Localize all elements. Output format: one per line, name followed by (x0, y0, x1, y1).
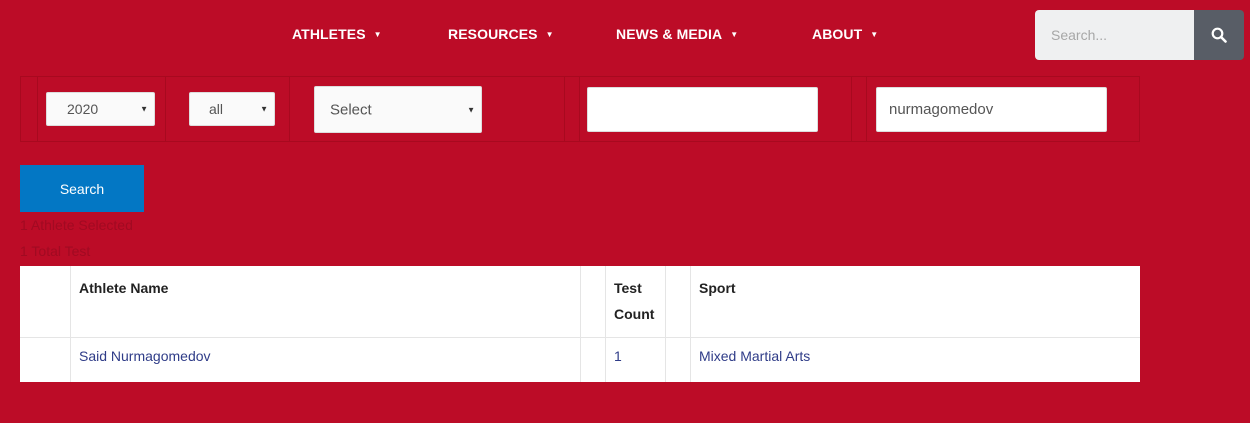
column-divider (605, 266, 606, 382)
scope-select-value: all (209, 101, 224, 117)
nav-news-media-label: NEWS & MEDIA (616, 26, 723, 42)
dropdown-arrow-icon: ▼ (260, 104, 268, 114)
divider (579, 77, 580, 141)
caret-down-icon: ▼ (373, 30, 382, 39)
results-table: Athlete Name Test Count Sport Said Nurma… (20, 266, 1140, 382)
divider (564, 77, 565, 141)
divider (851, 77, 852, 141)
site-search-button[interactable] (1194, 10, 1244, 60)
nav-about-label: ABOUT (812, 26, 863, 42)
column-divider (70, 266, 71, 382)
nav-resources[interactable]: RESOURCES ▼ (448, 26, 554, 42)
row-divider (20, 337, 1140, 338)
column-divider (580, 266, 581, 382)
filter-text-input[interactable] (587, 87, 818, 132)
nav-athletes-label: ATHLETES (292, 26, 366, 42)
header-test: Test (614, 280, 642, 296)
sport-select-value: Select (330, 101, 372, 118)
caret-down-icon: ▼ (545, 30, 554, 39)
header-sport: Sport (699, 280, 736, 296)
column-divider (690, 266, 691, 382)
nav-resources-label: RESOURCES (448, 26, 538, 42)
column-divider (665, 266, 666, 382)
test-count-link[interactable]: 1 (614, 348, 622, 364)
caret-down-icon: ▼ (730, 30, 739, 39)
nav-news-media[interactable]: NEWS & MEDIA ▼ (616, 26, 738, 42)
top-navigation: ATHLETES ▼ RESOURCES ▼ NEWS & MEDIA ▼ ABOUT… (0, 0, 1250, 70)
year-select-value: 2020 (67, 101, 99, 117)
dropdown-arrow-icon: ▼ (140, 104, 148, 114)
athlete-name-input[interactable] (876, 87, 1107, 132)
caret-down-icon: ▼ (870, 30, 879, 39)
divider (37, 77, 38, 141)
search-icon (1211, 27, 1227, 43)
dropdown-arrow-icon: ▼ (467, 105, 475, 114)
sport-link[interactable]: Mixed Martial Arts (699, 348, 810, 364)
nav-athletes[interactable]: ATHLETES ▼ (292, 26, 382, 42)
divider (289, 77, 290, 141)
divider (866, 77, 867, 141)
year-select[interactable]: 2020 ▼ (46, 92, 155, 126)
header-count: Count (614, 306, 655, 322)
athlete-name-link[interactable]: Said Nurmagomedov (79, 348, 211, 364)
total-test-text: 1 Total Test (20, 243, 91, 259)
scope-select[interactable]: all ▼ (189, 92, 275, 126)
search-button[interactable]: Search (20, 165, 144, 212)
sport-select[interactable]: Select ▼ (314, 86, 482, 133)
header-athlete-name: Athlete Name (79, 280, 169, 296)
site-search-input[interactable] (1035, 10, 1194, 60)
athletes-selected-text: 1 Athlete Selected (20, 217, 133, 233)
divider (165, 77, 166, 141)
nav-about[interactable]: ABOUT ▼ (812, 26, 878, 42)
